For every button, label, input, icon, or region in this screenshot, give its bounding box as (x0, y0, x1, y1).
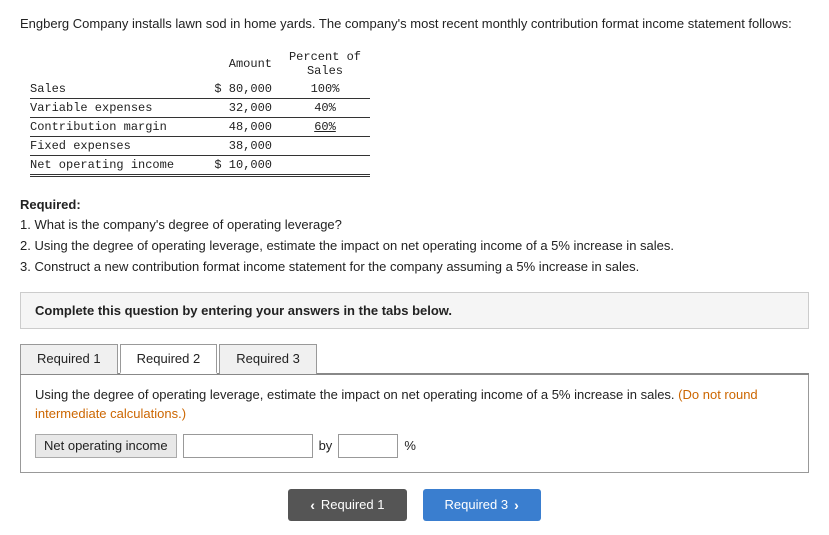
value-input[interactable] (183, 434, 313, 458)
tab-content: Using the degree of operating leverage, … (20, 375, 809, 473)
row-amount: 38,000 (190, 136, 280, 155)
next-button-label: Required 3 (445, 497, 509, 512)
required-item-3: 3. Construct a new contribution format i… (20, 257, 809, 278)
row-pct: 100% (280, 80, 370, 99)
row-label: Net operating income (30, 155, 190, 175)
row-amount: $ 80,000 (190, 80, 280, 99)
col-header-amount: Amount (190, 48, 280, 80)
row-amount: 32,000 (190, 98, 280, 117)
table-row: Fixed expenses 38,000 (30, 136, 370, 155)
next-button[interactable]: Required 3 › (423, 489, 541, 521)
table-row: Contribution margin 48,000 60% (30, 117, 370, 136)
row-amount: 48,000 (190, 117, 280, 136)
next-chevron-icon: › (514, 497, 519, 513)
table-row: Variable expenses 32,000 40% (30, 98, 370, 117)
complete-box-text: Complete this question by entering your … (35, 303, 452, 318)
income-table: Amount Percent ofSales Sales $ 80,000 10… (30, 48, 370, 177)
row-pct: 40% (280, 98, 370, 117)
pct-symbol: % (404, 438, 416, 453)
row-amount: $ 10,000 (190, 155, 280, 175)
required-item-1: 1. What is the company's degree of opera… (20, 215, 809, 236)
required-item-2: 2. Using the degree of operating leverag… (20, 236, 809, 257)
tab-required-3[interactable]: Required 3 (219, 344, 317, 374)
tab-required-2[interactable]: Required 2 (120, 344, 218, 374)
tab-description: Using the degree of operating leverage, … (35, 385, 794, 424)
required-section: Required: 1. What is the company's degre… (20, 195, 809, 278)
prev-chevron-icon: ‹ (310, 497, 315, 513)
row-label: Contribution margin (30, 117, 190, 136)
row-pct: 60% (280, 117, 370, 136)
nav-buttons: ‹ Required 1 Required 3 › (20, 489, 809, 521)
row-label: Variable expenses (30, 98, 190, 117)
table-row: Net operating income $ 10,000 (30, 155, 370, 175)
row-pct (280, 136, 370, 155)
row-label: Fixed expenses (30, 136, 190, 155)
intro-text: Engberg Company installs lawn sod in hom… (20, 14, 809, 34)
by-label: by (319, 438, 333, 453)
row-pct (280, 155, 370, 175)
input-row: Net operating income by % (35, 434, 794, 458)
prev-button-label: Required 1 (321, 497, 385, 512)
required-title: Required: (20, 195, 809, 216)
tab-desc-text: Using the degree of operating leverage, … (35, 387, 675, 402)
input-label: Net operating income (35, 434, 177, 458)
complete-box: Complete this question by entering your … (20, 292, 809, 329)
table-row: Sales $ 80,000 100% (30, 80, 370, 99)
pct-input[interactable] (338, 434, 398, 458)
row-label: Sales (30, 80, 190, 99)
col-header-pct: Percent ofSales (280, 48, 370, 80)
prev-button[interactable]: ‹ Required 1 (288, 489, 406, 521)
tabs-row: Required 1 Required 2 Required 3 (20, 343, 809, 375)
tab-required-1[interactable]: Required 1 (20, 344, 118, 374)
